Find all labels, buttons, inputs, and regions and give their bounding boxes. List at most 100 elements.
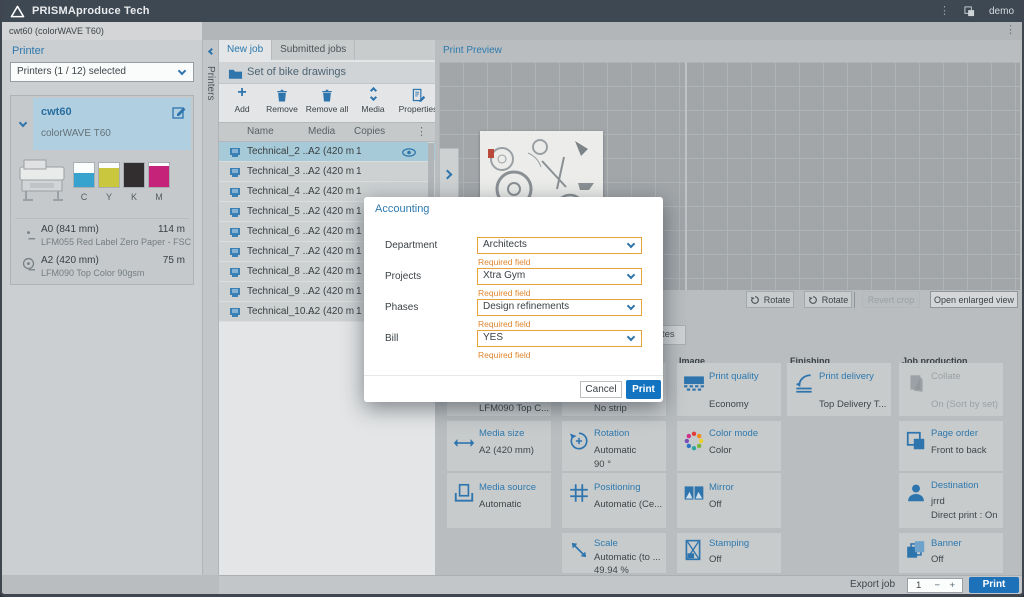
rotate-icon (750, 295, 760, 305)
media-roll-size: A2 (420 mm) (41, 255, 99, 266)
rotate-right-button[interactable]: Rotate (804, 291, 852, 308)
media-chevrons-icon (350, 86, 396, 102)
required-hint: Required field (478, 257, 530, 267)
media-source-icon (453, 482, 475, 504)
increase-copies-button[interactable]: + (949, 580, 955, 591)
job-title-row[interactable]: Set of bike drawings (219, 62, 435, 84)
column-copies[interactable]: Copies (354, 126, 385, 137)
tile-positioning[interactable]: Positioning Automatic (Ce... (562, 473, 666, 528)
drawing-file-icon (229, 146, 241, 160)
trash-icon (304, 86, 350, 102)
select-bill[interactable]: YES (477, 330, 642, 347)
select-phases[interactable]: Design refinements (477, 299, 642, 316)
required-hint: Required field (478, 319, 530, 329)
tile-print-quality[interactable]: Print quality Economy (677, 363, 781, 416)
printers-collapse-strip: Printers (202, 40, 219, 575)
canvas-major-gridline (685, 62, 687, 290)
open-enlarged-view-button[interactable]: Open enlarged view (930, 291, 1018, 308)
color-mode-icon (683, 430, 705, 452)
tile-banner[interactable]: Banner Off (899, 533, 1003, 573)
tile-color-mode[interactable]: Color mode Color (677, 421, 781, 471)
collapse-left-icon[interactable] (208, 48, 215, 55)
eye-icon[interactable] (402, 148, 416, 160)
rotate-left-button[interactable]: Rotate (746, 291, 794, 308)
field-label-projects: Projects (385, 268, 421, 285)
remove-button[interactable]: Remove (259, 86, 305, 114)
print-job-button[interactable]: Print (969, 577, 1019, 593)
dialog-footer: Cancel Print (364, 375, 663, 402)
remove-all-button[interactable]: Remove all (304, 86, 350, 114)
dialog-print-button[interactable]: Print (626, 380, 661, 399)
tab-submitted-jobs[interactable]: Submitted jobs (272, 40, 355, 60)
select-projects[interactable]: Xtra Gym (477, 268, 642, 285)
copies-stepper[interactable]: 1 − + (907, 578, 963, 593)
media-button[interactable]: Media (350, 86, 396, 114)
print-quality-icon (683, 372, 705, 394)
expand-preview-button[interactable] (439, 148, 459, 200)
chevron-down-icon (627, 271, 635, 279)
media-roll-description: LFM055 Red Label Zero Paper - FSC (41, 237, 191, 247)
printer-name: cwt60 (41, 106, 72, 118)
printer-sidebar: Printer Printers (1 / 12) selected cwt60… (2, 40, 202, 575)
column-media[interactable]: Media (308, 126, 335, 137)
stamping-icon (683, 539, 705, 561)
ink-label: K (122, 192, 146, 202)
drawing-file-icon (229, 206, 241, 220)
drawing-file-icon (229, 266, 241, 280)
decrease-copies-button[interactable]: − (934, 580, 940, 591)
scale-icon (568, 539, 590, 561)
printer-selector[interactable]: Printers (1 / 12) selected (10, 62, 194, 82)
tenant-icon (964, 6, 975, 17)
trash-icon (259, 86, 305, 102)
edit-printer-icon[interactable] (172, 105, 186, 119)
drawing-file-icon (229, 186, 241, 200)
collapse-chevron-icon[interactable] (19, 119, 27, 127)
jobs-tabs: New job Submitted jobs (219, 40, 435, 60)
window-tab[interactable]: cwt60 (colorWAVE T60) (2, 22, 202, 40)
cancel-button[interactable]: Cancel (580, 381, 622, 398)
table-row[interactable]: Technical_2 ... A2 (420 m 1 (219, 142, 435, 162)
table-header: Name Media Copies ⋮ (219, 122, 435, 142)
tile-rotation[interactable]: Rotation Automatic 90 ° (562, 421, 666, 471)
field-label-department: Department (385, 237, 437, 254)
rotate-icon (808, 295, 818, 305)
tile-page-order[interactable]: Page order Front to back (899, 421, 1003, 471)
chevron-down-icon (178, 67, 186, 75)
footer-bar: Export job 1 − + Print (219, 575, 1024, 594)
tile-scale[interactable]: Scale Automatic (to ... 49.94 % (562, 533, 666, 573)
table-row[interactable]: Technical_3 ... A2 (420 m 1 (219, 162, 435, 182)
properties-button[interactable]: Properties (395, 86, 435, 114)
tile-stamping[interactable]: Stamping Off (677, 533, 781, 573)
drawing-file-icon (229, 166, 241, 180)
tile-media-source[interactable]: Media source Automatic (447, 473, 551, 528)
tab-new-job[interactable]: New job (219, 40, 272, 60)
job-title: Set of bike drawings (247, 66, 346, 78)
revert-crop-button[interactable]: Revert crop (862, 291, 920, 308)
tile-mirror[interactable]: Mirror Off (677, 473, 781, 528)
media-roll-size: A0 (841 mm) (41, 224, 99, 235)
tile-media-size[interactable]: Media size A2 (420 mm) (447, 421, 551, 471)
user-name[interactable]: demo (989, 6, 1014, 17)
chevron-down-icon (627, 333, 635, 341)
column-name[interactable]: Name (247, 126, 274, 137)
tile-print-delivery[interactable]: Print delivery Top Delivery T... (787, 363, 891, 416)
table-options-icon[interactable]: ⋮ (416, 127, 427, 138)
dialog-title: Accounting (375, 203, 429, 215)
tabbar-menu-icon[interactable]: ⋮ (1005, 25, 1016, 36)
ink-level-yellow (98, 162, 120, 188)
top-bar: PRISMAproduce Tech ⋮ demo (2, 0, 1022, 22)
ink-level-magenta (148, 162, 170, 188)
printer-card[interactable]: cwt60 colorWAVE T60 C Y K M (10, 95, 194, 285)
tile-destination[interactable]: Destination jrrd Direct print : On (899, 473, 1003, 528)
chevron-right-icon (443, 170, 453, 180)
app-window: PRISMAproduce Tech ⋮ demo cwt60 (colorWA… (0, 0, 1024, 597)
ink-label: M (147, 192, 171, 202)
topbar-menu-icon[interactable]: ⋮ (939, 6, 950, 17)
select-department[interactable]: Architects (477, 237, 642, 254)
toolbar-separator (854, 292, 855, 308)
app-logo-icon (10, 5, 25, 18)
required-hint: Required field (478, 350, 530, 360)
mirror-icon (683, 482, 705, 504)
export-job-button[interactable]: Export job (850, 579, 895, 590)
tile-collate[interactable]: Collate On (Sort by set) (899, 363, 1003, 416)
